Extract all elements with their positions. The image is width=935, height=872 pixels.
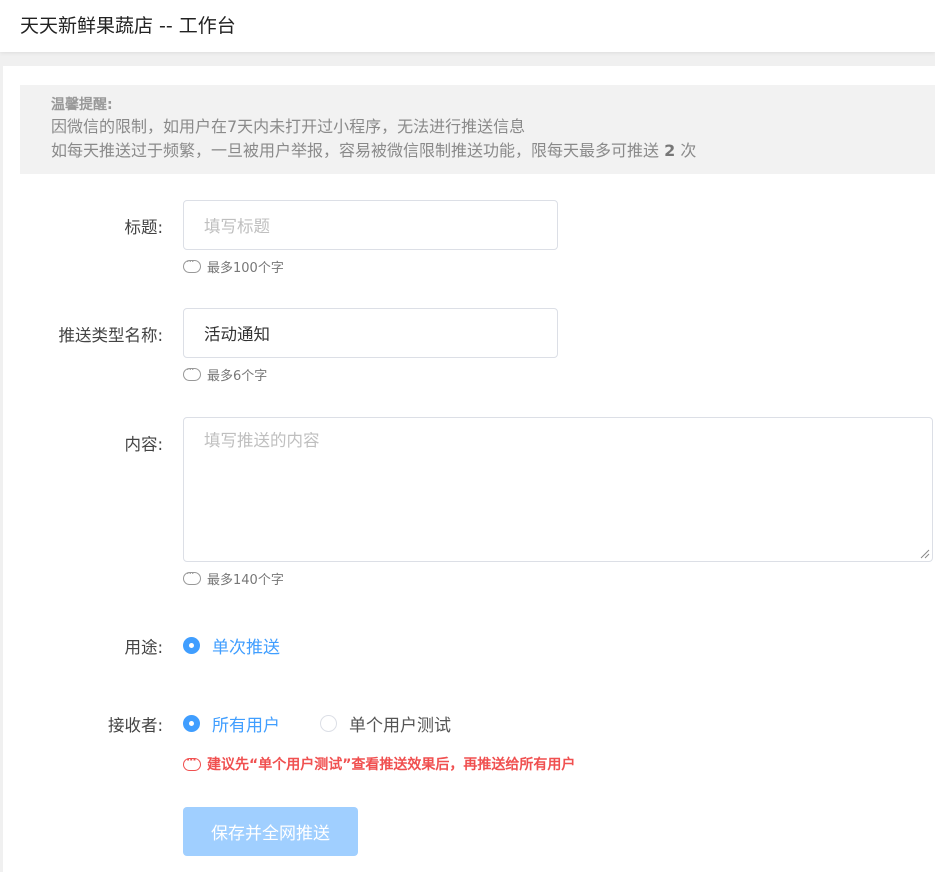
receiver-radio-single-test[interactable]: 单个用户测试	[320, 711, 451, 736]
save-and-push-button[interactable]: 保存并全网推送	[183, 807, 358, 856]
resize-handle-icon[interactable]	[920, 549, 930, 559]
usage-option-label: 单次推送	[212, 638, 280, 658]
push-type-input[interactable]: 活动通知	[183, 308, 558, 358]
notice-line-2: 如每天推送过于频繁，一旦被用户举报，容易被微信限制推送功能，限每天最多可推送 2…	[51, 139, 935, 163]
content-hint: 最多140个字	[183, 567, 284, 588]
receiver-radio-all[interactable]: 所有用户	[183, 711, 280, 736]
title-input[interactable]: 填写标题	[183, 200, 558, 250]
push-type-label: 推送类型名称:	[58, 326, 163, 345]
receiver-label: 接收者:	[107, 716, 163, 735]
message-icon	[183, 255, 201, 273]
usage-label: 用途:	[124, 638, 163, 657]
message-icon	[183, 753, 201, 771]
receiver-option-test-label: 单个用户测试	[349, 716, 451, 736]
notice-box: 温馨提醒: 因微信的限制，如用户在7天内未打开过小程序，无法进行推送信息 如每天…	[20, 85, 935, 174]
notice-push-count: 2	[664, 141, 676, 160]
title-label: 标题:	[124, 218, 163, 237]
notice-line-2-suffix: 次	[675, 141, 697, 160]
radio-unchecked-icon	[320, 715, 337, 732]
notice-title: 温馨提醒:	[51, 97, 113, 113]
usage-radio-single[interactable]: 单次推送	[183, 633, 280, 658]
push-type-hint: 最多6个字	[183, 363, 268, 384]
page-title: 天天新鲜果蔬店 -- 工作台	[20, 15, 236, 37]
content-textarea[interactable]: 填写推送的内容	[183, 417, 933, 562]
message-icon	[183, 363, 201, 381]
content-hint-text: 最多140个字	[207, 573, 284, 588]
title-hint-text: 最多100个字	[207, 261, 284, 276]
receiver-warning: 建议先“单个用户测试”查看推送效果后，再推送给所有用户	[183, 753, 576, 774]
notice-line-1: 因微信的限制，如用户在7天内未打开过小程序，无法进行推送信息	[51, 117, 526, 136]
header: 天天新鲜果蔬店 -- 工作台	[0, 0, 935, 52]
push-type-hint-text: 最多6个字	[207, 369, 268, 384]
radio-checked-icon	[183, 715, 200, 732]
form-panel: 温馨提醒: 因微信的限制，如用户在7天内未打开过小程序，无法进行推送信息 如每天…	[3, 66, 935, 872]
content-label: 内容:	[124, 435, 163, 454]
receiver-option-all-label: 所有用户	[212, 716, 280, 736]
title-hint: 最多100个字	[183, 255, 284, 276]
message-icon	[183, 567, 201, 585]
content-placeholder: 填写推送的内容	[204, 431, 320, 450]
notice-line-2-prefix: 如每天推送过于频繁，一旦被用户举报，容易被微信限制推送功能，限每天最多可推送	[51, 141, 665, 160]
receiver-warning-text: 建议先“单个用户测试”查看推送效果后，再推送给所有用户	[207, 757, 576, 773]
radio-checked-icon	[183, 637, 200, 654]
